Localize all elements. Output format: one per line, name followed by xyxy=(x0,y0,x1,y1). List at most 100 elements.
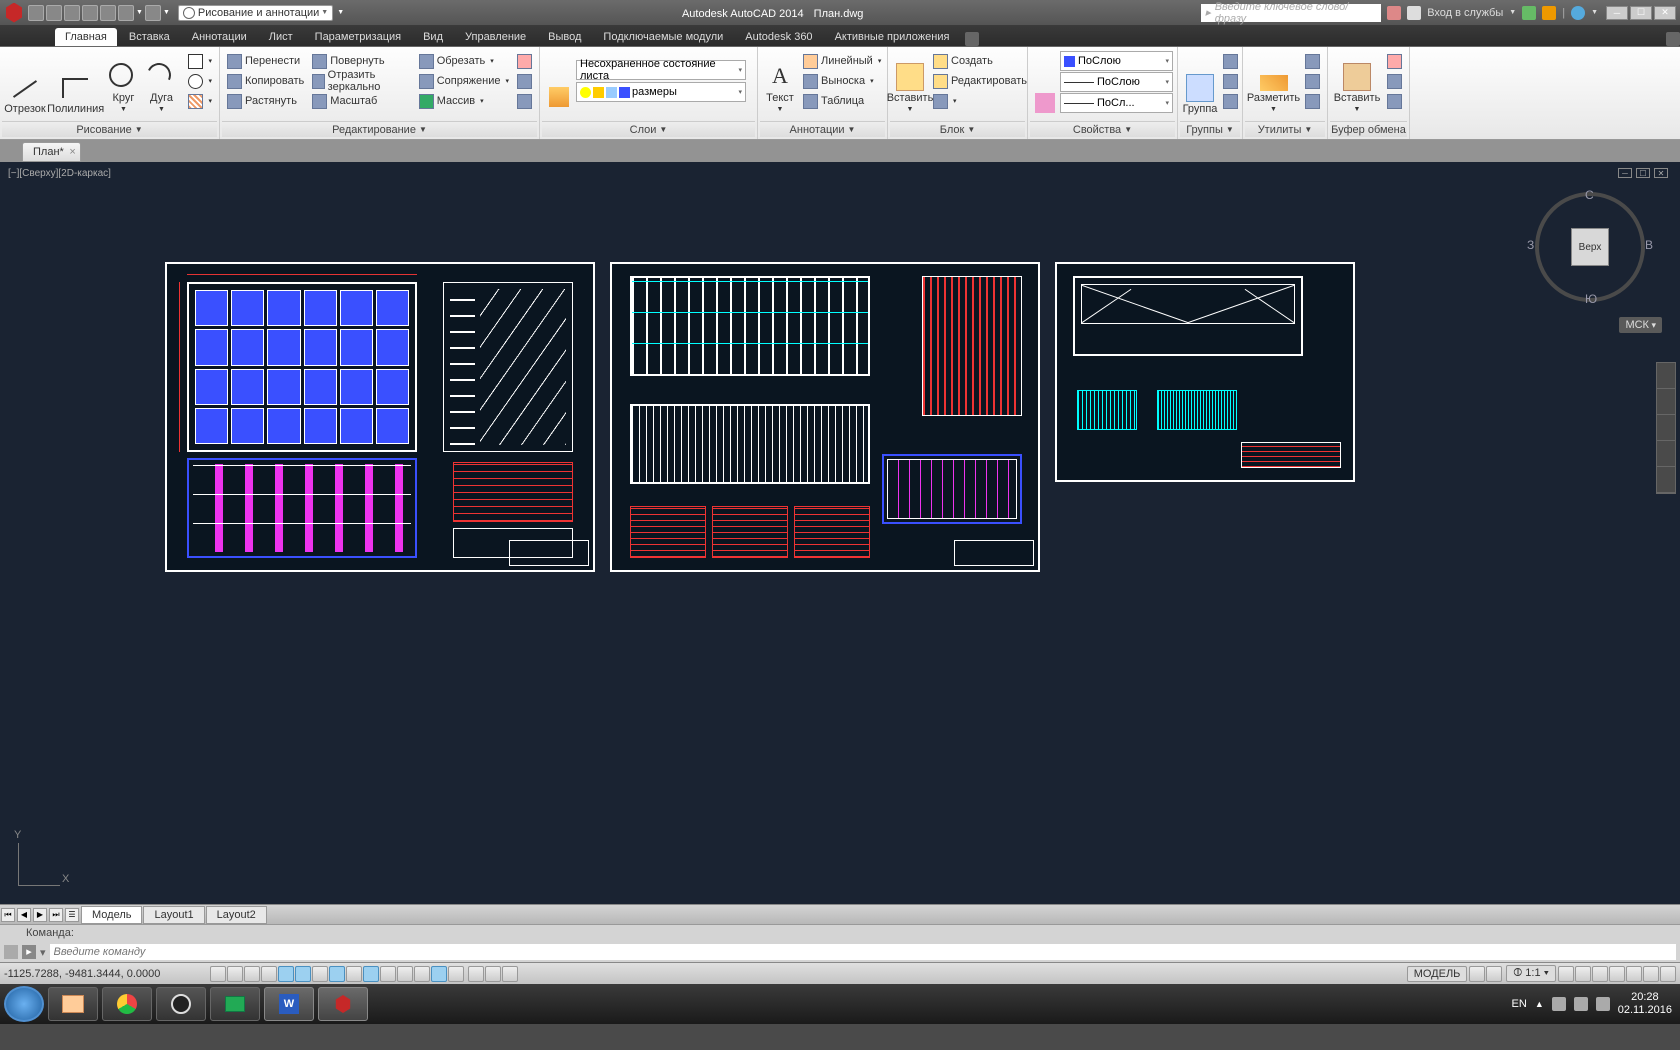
layout-2-tab[interactable]: Layout2 xyxy=(206,906,267,924)
copy-button[interactable]: Копировать xyxy=(224,71,307,91)
circle-button[interactable]: Круг▼ xyxy=(105,51,141,117)
vp-minimize-icon[interactable]: ─ xyxy=(1618,168,1632,178)
qat-save-icon[interactable] xyxy=(64,5,80,21)
infer-constraints-toggle[interactable] xyxy=(210,966,226,982)
qat-open-icon[interactable] xyxy=(46,5,62,21)
viewcube[interactable]: Верх С Ю З В xyxy=(1535,192,1645,302)
showmotion-icon[interactable] xyxy=(1657,467,1675,493)
clean-screen-icon[interactable] xyxy=(1660,966,1676,982)
tray-2-toggle[interactable] xyxy=(485,966,501,982)
cmdline-handle-icon[interactable] xyxy=(4,945,18,959)
wcs-label[interactable]: МСК ▾ xyxy=(1619,317,1662,333)
qat-saveas-icon[interactable] xyxy=(82,5,98,21)
command-input[interactable] xyxy=(50,944,1676,960)
ellipse-button[interactable]: ▾ xyxy=(185,71,215,91)
dyn-toggle[interactable] xyxy=(363,966,379,982)
close-button[interactable]: ✕ xyxy=(1654,6,1676,20)
undo-dropdown-icon[interactable]: ▼ xyxy=(136,9,143,16)
qp-toggle[interactable] xyxy=(414,966,430,982)
connect-icon[interactable] xyxy=(1542,6,1556,20)
tab-output[interactable]: Вывод xyxy=(538,28,591,46)
tab-manage[interactable]: Управление xyxy=(455,28,536,46)
ribbon-minimize-button[interactable] xyxy=(1666,32,1680,46)
util-2-button[interactable] xyxy=(1302,71,1323,91)
panel-title-properties[interactable]: Свойства▼ xyxy=(1030,121,1175,137)
snap-toggle[interactable] xyxy=(227,966,243,982)
panel-title-utilities[interactable]: Утилиты▼ xyxy=(1245,121,1325,137)
ducs-toggle[interactable] xyxy=(346,966,362,982)
cmdline-prompt-icon[interactable]: ▸ xyxy=(22,945,36,959)
document-tab[interactable]: План*× xyxy=(22,142,81,162)
layout-next-icon[interactable]: ▶ xyxy=(33,908,47,922)
viewport-label[interactable]: [−][Сверху][2D-каркас] xyxy=(8,168,111,179)
panel-title-layers[interactable]: Слои▼ xyxy=(542,121,755,137)
qat-new-icon[interactable] xyxy=(28,5,44,21)
start-button[interactable] xyxy=(4,986,44,1022)
lwt-toggle[interactable] xyxy=(380,966,396,982)
layout-last-icon[interactable]: ⏭ xyxy=(49,908,63,922)
ucs-icon[interactable]: Y X xyxy=(18,843,60,886)
block-create-button[interactable]: Создать xyxy=(930,51,1030,71)
chevron-down-icon[interactable]: ▼ xyxy=(1509,9,1516,16)
match-properties-button[interactable] xyxy=(1032,51,1058,117)
rotate-button[interactable]: Повернуть xyxy=(309,51,413,71)
array-button[interactable]: Массив▾ xyxy=(416,91,512,111)
tab-annotate[interactable]: Аннотации xyxy=(182,28,257,46)
otrack-toggle[interactable] xyxy=(329,966,345,982)
layout-first-icon[interactable]: ⏮ xyxy=(1,908,15,922)
taskbar-taskmgr[interactable] xyxy=(210,987,260,1021)
rectangle-button[interactable]: ▾ xyxy=(185,51,215,71)
tab-insert[interactable]: Вставка xyxy=(119,28,180,46)
toolbar-lock-icon[interactable] xyxy=(1609,966,1625,982)
cut-button[interactable] xyxy=(1384,51,1405,71)
osnap-toggle[interactable] xyxy=(295,966,311,982)
qat-redo-icon[interactable] xyxy=(145,5,161,21)
panel-title-draw[interactable]: Рисование▼ xyxy=(2,121,217,137)
tab-view[interactable]: Вид xyxy=(413,28,453,46)
anno-visibility-icon[interactable] xyxy=(1558,966,1574,982)
util-3-button[interactable] xyxy=(1302,91,1323,111)
zoom-icon[interactable] xyxy=(1657,415,1675,441)
trim-button[interactable]: Обрезать▾ xyxy=(416,51,512,71)
qat-undo-icon[interactable] xyxy=(118,5,134,21)
taskbar-word[interactable]: W xyxy=(264,987,314,1021)
taskbar-chrome[interactable] xyxy=(102,987,152,1021)
block-edit-button[interactable]: Редактировать xyxy=(930,71,1030,91)
polyline-button[interactable]: Полилиния xyxy=(48,51,104,117)
layout-prev-icon[interactable]: ◀ xyxy=(17,908,31,922)
redo-dropdown-icon[interactable]: ▼ xyxy=(163,9,170,16)
line-button[interactable]: Отрезок xyxy=(4,51,46,117)
layout-list-icon[interactable]: ☰ xyxy=(65,908,79,922)
ribbon-extra-button[interactable] xyxy=(965,32,979,46)
clipmatch-button[interactable] xyxy=(1384,91,1405,111)
group-button[interactable]: Группа xyxy=(1182,51,1218,117)
exchange-icon[interactable] xyxy=(1522,6,1536,20)
leader-button[interactable]: Выноска▾ xyxy=(800,71,884,91)
volume-icon[interactable] xyxy=(1552,997,1566,1011)
layer-state-combo[interactable]: Несохраненное состояние листа▾ xyxy=(576,60,746,80)
drawing-canvas[interactable]: [−][Сверху][2D-каркас] ─ ☐ ✕ Верх С Ю З … xyxy=(0,162,1680,904)
tray-1-toggle[interactable] xyxy=(468,966,484,982)
layout-model-tab[interactable]: Модель xyxy=(81,906,142,924)
tray-3-toggle[interactable] xyxy=(502,966,518,982)
qat-print-icon[interactable] xyxy=(100,5,116,21)
network-icon[interactable] xyxy=(1574,997,1588,1011)
tab-parametric[interactable]: Параметризация xyxy=(305,28,411,46)
panel-title-groups[interactable]: Группы▼ xyxy=(1180,121,1240,137)
panel-title-annotation[interactable]: Аннотации▼ xyxy=(760,121,885,137)
arc-button[interactable]: Дуга▼ xyxy=(143,51,179,117)
workspace-switch-icon[interactable] xyxy=(1592,966,1608,982)
tab-sheet[interactable]: Лист xyxy=(259,28,303,46)
taskbar-clock[interactable]: 20:2802.11.2016 xyxy=(1618,991,1672,1017)
panel-title-block[interactable]: Блок▼ xyxy=(890,121,1025,137)
tab-plugins[interactable]: Подключаемые модули xyxy=(593,28,733,46)
quickview-layouts-icon[interactable] xyxy=(1469,966,1485,982)
ungroup-button[interactable] xyxy=(1220,51,1241,71)
app-menu-icon[interactable] xyxy=(4,3,24,23)
table-button[interactable]: Таблица xyxy=(800,91,884,111)
tab-apps[interactable]: Активные приложения xyxy=(825,28,960,46)
linetype-combo[interactable]: ПоСл...▾ xyxy=(1060,93,1173,113)
close-tab-icon[interactable]: × xyxy=(69,146,75,158)
scale-button[interactable]: Масштаб xyxy=(309,91,413,111)
anno-autoscale-icon[interactable] xyxy=(1575,966,1591,982)
